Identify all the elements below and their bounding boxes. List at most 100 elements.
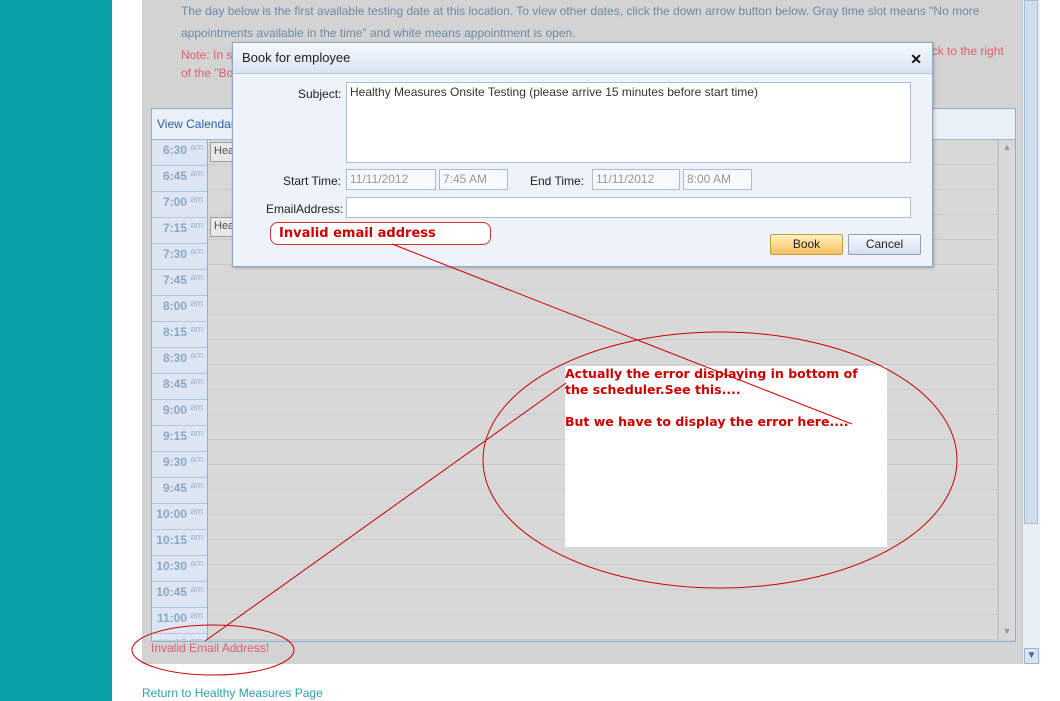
ampm-label: am bbox=[190, 584, 203, 594]
time-row: 6:45 am bbox=[152, 166, 207, 192]
annotation-line-3: But we have to display the error here...… bbox=[565, 414, 849, 429]
page-scroll-thumb[interactable] bbox=[1024, 0, 1038, 524]
cancel-button[interactable]: Cancel bbox=[848, 234, 921, 255]
time-label: 10:45 bbox=[156, 585, 187, 599]
start-time-field[interactable]: 7:45 AM bbox=[439, 169, 508, 190]
time-row: 7:30 am bbox=[152, 244, 207, 270]
end-time-label: End Time: bbox=[530, 174, 585, 188]
ampm-label: am bbox=[190, 324, 203, 334]
ampm-label: am bbox=[190, 220, 203, 230]
time-slot[interactable] bbox=[208, 565, 997, 590]
time-label: 9:00 bbox=[162, 403, 187, 417]
time-slot[interactable] bbox=[208, 315, 997, 340]
intro-line-2: appointments available in the time" and … bbox=[181, 26, 576, 40]
ampm-label: am bbox=[190, 402, 203, 412]
scroll-up-icon[interactable]: ▲ bbox=[1001, 142, 1013, 154]
time-label: 9:45 bbox=[162, 481, 187, 495]
time-row: 10:15 am bbox=[152, 530, 207, 556]
time-label: 8:45 bbox=[162, 377, 187, 391]
book-button[interactable]: Book bbox=[770, 234, 843, 255]
ampm-label: am bbox=[190, 142, 203, 152]
annotation-note: Actually the error displaying in bottom … bbox=[565, 366, 887, 547]
time-row: 7:00 am bbox=[152, 192, 207, 218]
bottom-error-message: Invalid Email Address! bbox=[151, 641, 270, 655]
time-row: 10:45 am bbox=[152, 582, 207, 608]
time-label: 7:15 bbox=[162, 221, 187, 235]
time-label: 10:30 bbox=[156, 559, 187, 573]
time-label: 6:30 bbox=[162, 143, 187, 157]
time-label: 7:00 bbox=[162, 195, 187, 209]
close-icon[interactable]: ✕ bbox=[910, 51, 922, 68]
time-row: 7:45 am bbox=[152, 270, 207, 296]
time-label: 6:45 bbox=[162, 169, 187, 183]
time-label: 10:00 bbox=[156, 507, 187, 521]
time-row: 9:15 am bbox=[152, 426, 207, 452]
ampm-label: am bbox=[190, 246, 203, 256]
ampm-label: am bbox=[190, 194, 203, 204]
time-slot[interactable] bbox=[208, 590, 997, 615]
ampm-label: am bbox=[190, 480, 203, 490]
time-row: 8:15 am bbox=[152, 322, 207, 348]
ampm-label: am bbox=[190, 376, 203, 386]
email-label: EmailAddress: bbox=[266, 202, 344, 216]
end-time-field[interactable]: 8:00 AM bbox=[683, 169, 752, 190]
time-row: 10:30 am bbox=[152, 556, 207, 582]
ampm-label: am bbox=[190, 532, 203, 542]
time-slot[interactable] bbox=[208, 290, 997, 315]
time-label: 7:30 bbox=[162, 247, 187, 261]
page-scroll-down-icon[interactable]: ▼ bbox=[1024, 648, 1039, 664]
appointment-block[interactable]: Hea bbox=[210, 217, 234, 237]
ampm-label: am bbox=[190, 636, 203, 640]
note-right-fragment: ick to the right bbox=[929, 44, 1004, 58]
time-label: 8:15 bbox=[162, 325, 187, 339]
view-calendar-link[interactable]: View Calendar bbox=[157, 117, 235, 131]
intro-line-1: The day below is the first available tes… bbox=[181, 4, 980, 18]
dialog-titlebar: Book for employee ✕ bbox=[233, 43, 932, 74]
time-slot[interactable] bbox=[208, 340, 997, 365]
end-date-field[interactable]: 11/11/2012 bbox=[592, 169, 680, 190]
ampm-label: am bbox=[190, 168, 203, 178]
time-row: 9:30 am bbox=[152, 452, 207, 478]
appointment-block[interactable]: Hea bbox=[210, 142, 234, 162]
time-row: 7:15 am bbox=[152, 218, 207, 244]
time-slot[interactable] bbox=[208, 265, 997, 290]
left-sidebar bbox=[0, 0, 112, 701]
inline-error-annotation: Invalid email address bbox=[270, 222, 491, 245]
email-field[interactable] bbox=[346, 197, 911, 218]
subject-field[interactable]: Healthy Measures Onsite Testing (please … bbox=[346, 82, 911, 163]
time-row: 6:30 am bbox=[152, 140, 207, 166]
ampm-label: am bbox=[190, 454, 203, 464]
page-scrollbar[interactable]: ▼ bbox=[1022, 0, 1040, 664]
scroll-down-icon[interactable]: ▼ bbox=[1001, 626, 1013, 638]
ampm-label: am bbox=[190, 298, 203, 308]
dialog-title: Book for employee bbox=[242, 50, 351, 65]
time-label: 7:45 bbox=[162, 273, 187, 287]
time-row: 10:00 am bbox=[152, 504, 207, 530]
time-slot[interactable] bbox=[208, 615, 997, 640]
time-label: 8:00 bbox=[162, 299, 187, 313]
time-row: 9:00 am bbox=[152, 400, 207, 426]
time-label: 10:15 bbox=[156, 533, 187, 547]
start-date-field[interactable]: 11/11/2012 bbox=[346, 169, 436, 190]
subject-label: Subject: bbox=[298, 87, 342, 101]
scheduler-scrollbar[interactable]: ▲ ▼ bbox=[998, 140, 1015, 640]
inline-error-text: Invalid email address bbox=[279, 226, 436, 241]
ampm-label: am bbox=[190, 610, 203, 620]
time-label: 9:15 bbox=[162, 429, 187, 443]
time-label: 8:30 bbox=[162, 351, 187, 365]
ampm-label: am bbox=[190, 506, 203, 516]
time-row: 9:45 am bbox=[152, 478, 207, 504]
ampm-label: am bbox=[190, 558, 203, 568]
ampm-label: am bbox=[190, 428, 203, 438]
time-label: 11:15 bbox=[157, 637, 187, 640]
return-link[interactable]: Return to Healthy Measures Page bbox=[142, 686, 323, 700]
time-row: 11:00 am bbox=[152, 608, 207, 634]
annotation-line-1: Actually the error displaying in bottom … bbox=[565, 366, 858, 381]
time-row: 8:45 am bbox=[152, 374, 207, 400]
start-time-label: Start Time: bbox=[283, 174, 342, 188]
time-row: 8:00 am bbox=[152, 296, 207, 322]
ampm-label: am bbox=[190, 350, 203, 360]
time-label: 9:30 bbox=[162, 455, 187, 469]
time-column: 6:30 am 6:45 am 7:00 am 7:15 am 7:30 am 7:45 am 8:00… bbox=[152, 140, 208, 640]
annotation-line-2: the scheduler.See this.... bbox=[565, 382, 741, 397]
